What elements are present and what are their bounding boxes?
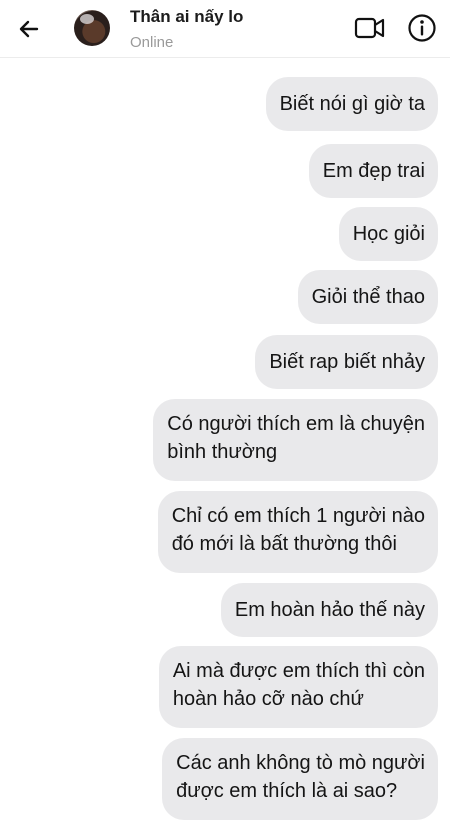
chat-screen: Thân ai nấy lo Online Biết nói gì giờ ta… [0, 0, 450, 831]
video-call-button[interactable] [354, 14, 386, 42]
info-button[interactable] [406, 12, 438, 44]
message-bubble[interactable]: Chỉ có em thích 1 người nào đó mới là bấ… [157, 491, 438, 573]
arrow-left-icon [19, 20, 39, 38]
message-bubble[interactable]: Học giỏi [338, 207, 438, 261]
contact-name[interactable]: Thân ai nấy lo [130, 7, 243, 27]
avatar[interactable] [74, 10, 110, 46]
message-bubble[interactable]: Có người thích em là chuyện bình thường [153, 399, 438, 481]
message-bubble[interactable]: Ai mà được em thích thì còn hoàn hảo cỡ … [158, 646, 438, 728]
chat-header: Thân ai nấy lo Online [0, 0, 450, 58]
avatar-highlight [80, 14, 94, 24]
message-bubble[interactable]: Biết nói gì giờ ta [265, 77, 438, 131]
info-icon [408, 14, 436, 42]
message-bubble[interactable]: Em đẹp trai [308, 144, 438, 198]
back-button[interactable] [14, 14, 44, 44]
contact-status: Online [130, 34, 174, 51]
message-bubble[interactable]: Biết rap biết nhảy [255, 335, 438, 389]
video-camera-icon [354, 17, 385, 39]
message-bubble[interactable]: Các anh không tò mò người được em thích … [162, 738, 438, 820]
message-bubble[interactable]: Giỏi thể thao [297, 270, 438, 324]
message-bubble[interactable]: Em hoàn hảo thế này [220, 583, 438, 637]
message-list[interactable]: Biết nói gì giờ ta Em đẹp trai Học giỏi … [0, 58, 450, 831]
